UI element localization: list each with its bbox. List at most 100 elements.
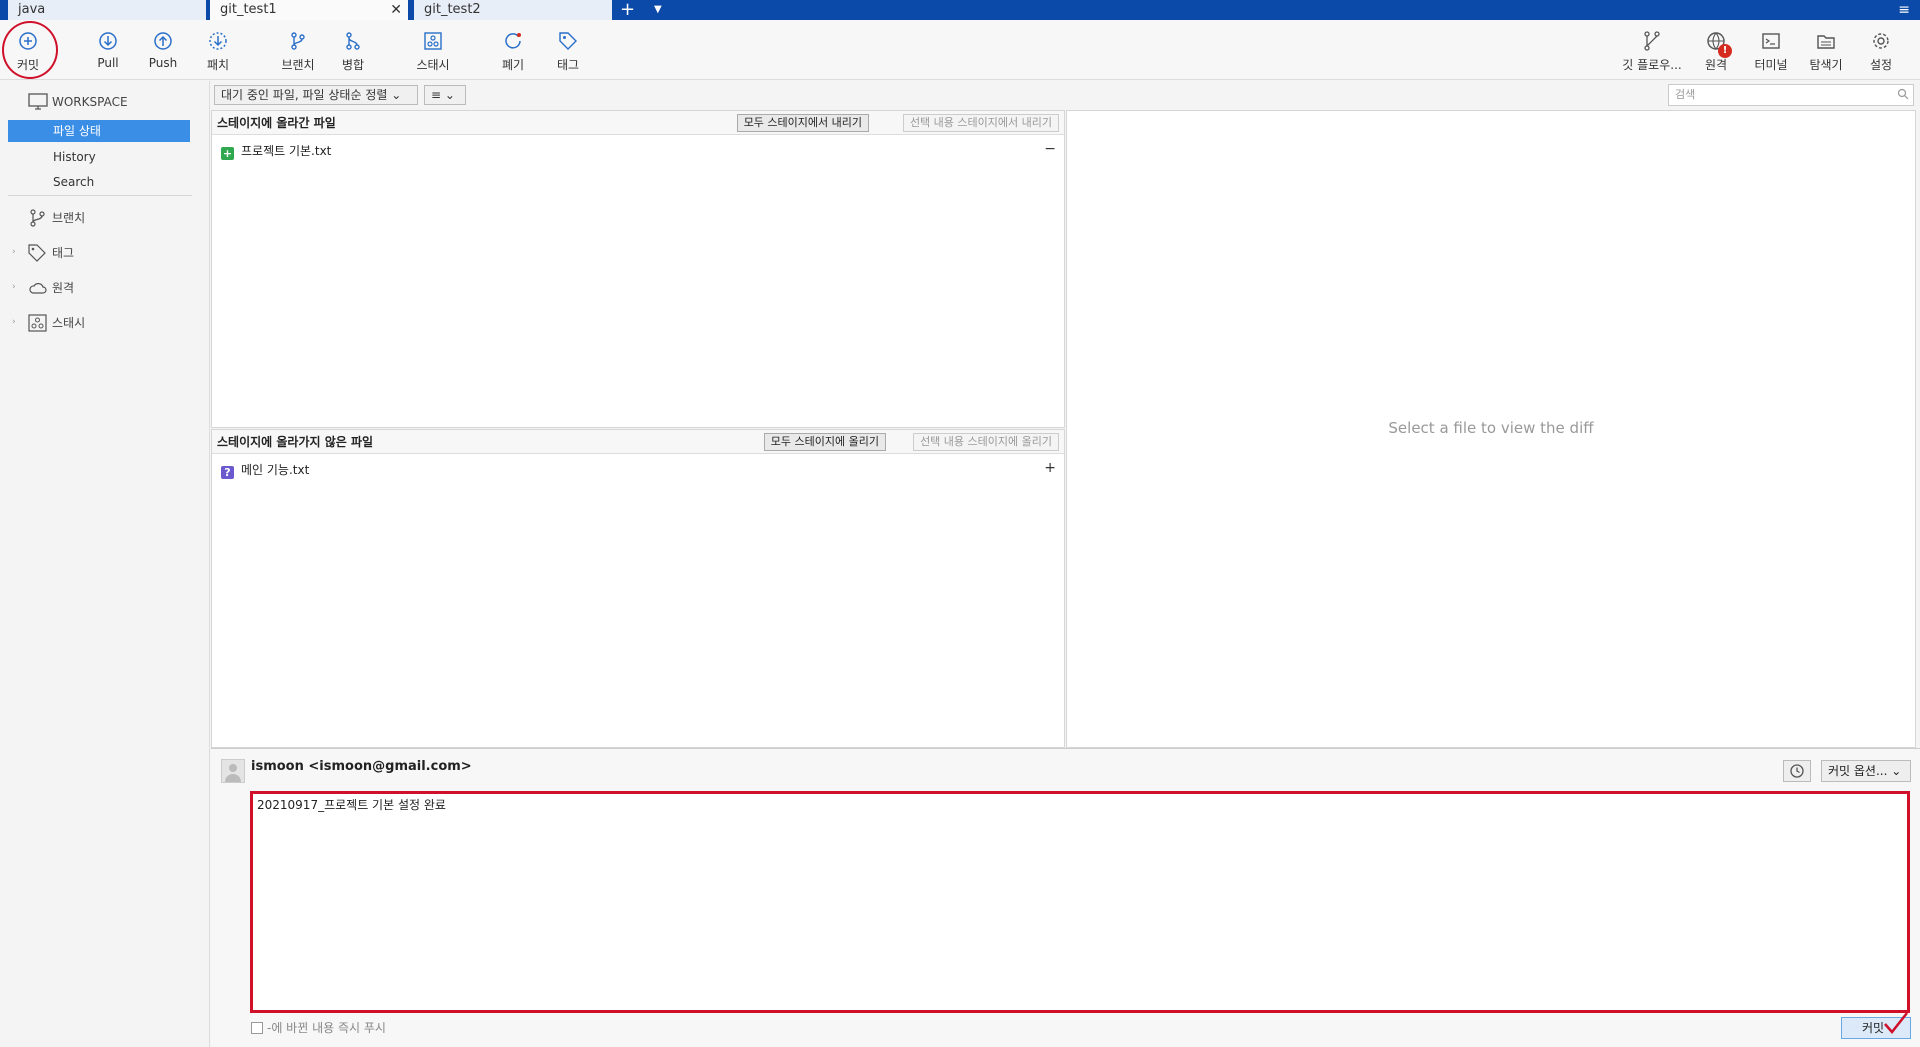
branch-button[interactable]: 브랜치 bbox=[270, 30, 326, 73]
monitor-icon bbox=[28, 93, 48, 110]
toolbar-label: 태그 bbox=[556, 58, 580, 72]
commit-options-label: 커밋 옵션... bbox=[1828, 764, 1888, 778]
tab-dropdown-icon[interactable]: ▼ bbox=[654, 0, 662, 20]
commit-message-input[interactable]: 20210917_프로젝트 기본 설정 완료 bbox=[250, 791, 1910, 1013]
remote-button[interactable]: 원격 bbox=[1688, 30, 1744, 73]
toolbar-label: Pull bbox=[97, 56, 119, 70]
menu-icon[interactable]: ≡ bbox=[1898, 0, 1910, 20]
fetch-icon bbox=[207, 30, 229, 52]
push-immediately-checkbox[interactable]: -에 바뀐 내용 즉시 푸시 bbox=[251, 1019, 386, 1036]
remote-warning-badge: ! bbox=[1718, 44, 1732, 58]
diff-viewer: Select a file to view the diff bbox=[1066, 110, 1916, 748]
tab-git-test2[interactable]: git_test2 bbox=[414, 0, 614, 20]
toolbar-label: 패치 bbox=[206, 58, 230, 72]
sidebar-item-remotes[interactable]: 원격 bbox=[28, 278, 74, 298]
list-icon: ≡ bbox=[431, 88, 442, 102]
sidebar: WORKSPACE 파일 상태 History Search 브랜치 › 태그 … bbox=[0, 81, 210, 1047]
sidebar-item-search[interactable]: Search bbox=[53, 172, 94, 192]
tab-label: git_test1 bbox=[220, 2, 277, 17]
commit-message-text: 20210917_프로젝트 기본 설정 완료 bbox=[257, 798, 446, 812]
chevron-down-icon: ⌄ bbox=[444, 88, 455, 102]
tab-bar: java git_test1 ✕ git_test2 + ▼ ≡ bbox=[0, 0, 1920, 20]
git-flow-icon bbox=[1641, 30, 1663, 52]
unstage-selected-button[interactable]: 선택 내용 스테이지에서 내리기 bbox=[902, 114, 1059, 132]
sidebar-label: 원격 bbox=[52, 281, 75, 295]
unstage-all-button[interactable]: 모두 스테이지에서 내리기 bbox=[736, 114, 869, 132]
arrow-up-circle-icon bbox=[152, 30, 174, 52]
sidebar-label: 스태시 bbox=[52, 316, 86, 330]
clock-icon bbox=[1790, 764, 1804, 778]
fetch-button[interactable]: 패치 bbox=[190, 30, 246, 73]
stage-selected-button[interactable]: 선택 내용 스테이지에 올리기 bbox=[913, 433, 1059, 451]
toolbar-label: 터미널 bbox=[1754, 58, 1788, 72]
unstaged-file-row[interactable]: ? 메인 기능.txt bbox=[221, 460, 309, 480]
git-flow-button[interactable]: 깃 플로우... bbox=[1620, 30, 1684, 73]
merge-icon bbox=[342, 30, 364, 52]
commit-options-dropdown[interactable]: 커밋 옵션... ⌄ bbox=[1821, 760, 1911, 782]
cloud-icon bbox=[29, 283, 47, 294]
chevron-right-icon[interactable]: › bbox=[12, 317, 16, 327]
terminal-icon bbox=[1760, 30, 1782, 52]
chevron-down-icon: ⌄ bbox=[1891, 764, 1902, 778]
chevron-right-icon[interactable]: › bbox=[12, 247, 16, 257]
tab-label: git_test2 bbox=[424, 2, 481, 17]
unstage-file-icon[interactable]: − bbox=[1044, 141, 1056, 157]
user-icon bbox=[225, 764, 241, 782]
sidebar-item-branches[interactable]: 브랜치 bbox=[28, 208, 85, 228]
staged-file-row[interactable]: + 프로젝트 기본.txt bbox=[221, 141, 331, 161]
unstaged-files-panel: 스테이지에 올라가지 않은 파일 모두 스테이지에 올리기 선택 내용 스테이지… bbox=[211, 429, 1065, 748]
sort-label: 대기 중인 파일, 파일 상태순 정렬 bbox=[221, 88, 388, 102]
staged-header: 스테이지에 올라간 파일 모두 스테이지에서 내리기 선택 내용 스테이지에서 … bbox=[212, 111, 1064, 135]
stash-icon bbox=[422, 30, 444, 52]
stash-icon bbox=[28, 314, 47, 332]
stage-all-button[interactable]: 모두 스테이지에 올리기 bbox=[763, 433, 886, 451]
staged-files-panel: 스테이지에 올라간 파일 모두 스테이지에서 내리기 선택 내용 스테이지에서 … bbox=[211, 110, 1065, 428]
stash-button[interactable]: 스태시 bbox=[405, 30, 461, 73]
merge-button[interactable]: 병합 bbox=[325, 30, 381, 73]
commit-author: ismoon <ismoon@gmail.com> bbox=[251, 759, 472, 774]
list-mode-dropdown[interactable]: ≡ ⌄ bbox=[424, 85, 466, 105]
sidebar-item-stashes[interactable]: 스태시 bbox=[28, 313, 85, 333]
explorer-button[interactable]: 탐색기 bbox=[1798, 30, 1854, 73]
close-icon[interactable]: ✕ bbox=[390, 0, 402, 20]
toolbar-label: 깃 플로우... bbox=[1622, 58, 1682, 72]
toolbar-label: 브랜치 bbox=[281, 58, 315, 72]
sidebar-item-tags[interactable]: 태그 bbox=[28, 243, 74, 263]
unstaged-title: 스테이지에 올라가지 않은 파일 bbox=[217, 435, 374, 449]
chevron-right-icon[interactable]: › bbox=[12, 282, 16, 292]
branch-icon bbox=[287, 30, 309, 52]
terminal-button[interactable]: 터미널 bbox=[1743, 30, 1799, 73]
sidebar-workspace-header: WORKSPACE bbox=[28, 92, 128, 112]
push-button[interactable]: Push bbox=[135, 30, 191, 70]
tab-java[interactable]: java bbox=[8, 0, 208, 20]
history-button[interactable] bbox=[1783, 760, 1811, 782]
search-input[interactable]: 검색 bbox=[1668, 84, 1914, 106]
toolbar-label: 스태시 bbox=[416, 58, 450, 72]
toolbar-label: 병합 bbox=[341, 58, 365, 72]
discard-button[interactable]: 폐기 bbox=[485, 30, 541, 73]
staged-title: 스테이지에 올라간 파일 bbox=[217, 116, 336, 130]
added-icon: + bbox=[221, 147, 234, 160]
avatar bbox=[221, 759, 245, 783]
sidebar-item-file-status[interactable]: 파일 상태 bbox=[8, 120, 190, 142]
sidebar-item-history[interactable]: History bbox=[53, 147, 96, 167]
diff-placeholder: Select a file to view the diff bbox=[1388, 419, 1594, 437]
pull-button[interactable]: Pull bbox=[80, 30, 136, 70]
stage-file-icon[interactable]: + bbox=[1044, 460, 1056, 476]
toolbar-label: 원격 bbox=[1704, 58, 1728, 72]
add-tab-icon[interactable]: + bbox=[620, 0, 635, 20]
search-icon bbox=[1897, 88, 1909, 100]
question-icon: ? bbox=[221, 466, 234, 479]
commit-panel: ismoon <ismoon@gmail.com> 커밋 옵션... ⌄ 202… bbox=[211, 748, 1920, 1047]
tag-button[interactable]: 태그 bbox=[540, 30, 596, 73]
checkbox-icon bbox=[251, 1022, 263, 1034]
sidebar-label: 브랜치 bbox=[52, 211, 86, 225]
sidebar-label: 태그 bbox=[52, 246, 75, 260]
chevron-down-icon: ⌄ bbox=[391, 88, 402, 102]
tab-git-test1[interactable]: git_test1 ✕ bbox=[210, 0, 410, 20]
sort-dropdown[interactable]: 대기 중인 파일, 파일 상태순 정렬 ⌄ bbox=[214, 85, 418, 105]
discard-icon bbox=[502, 30, 524, 52]
file-name: 메인 기능.txt bbox=[241, 463, 310, 477]
settings-button[interactable]: 설정 bbox=[1853, 30, 1909, 73]
tab-label: java bbox=[18, 2, 46, 17]
